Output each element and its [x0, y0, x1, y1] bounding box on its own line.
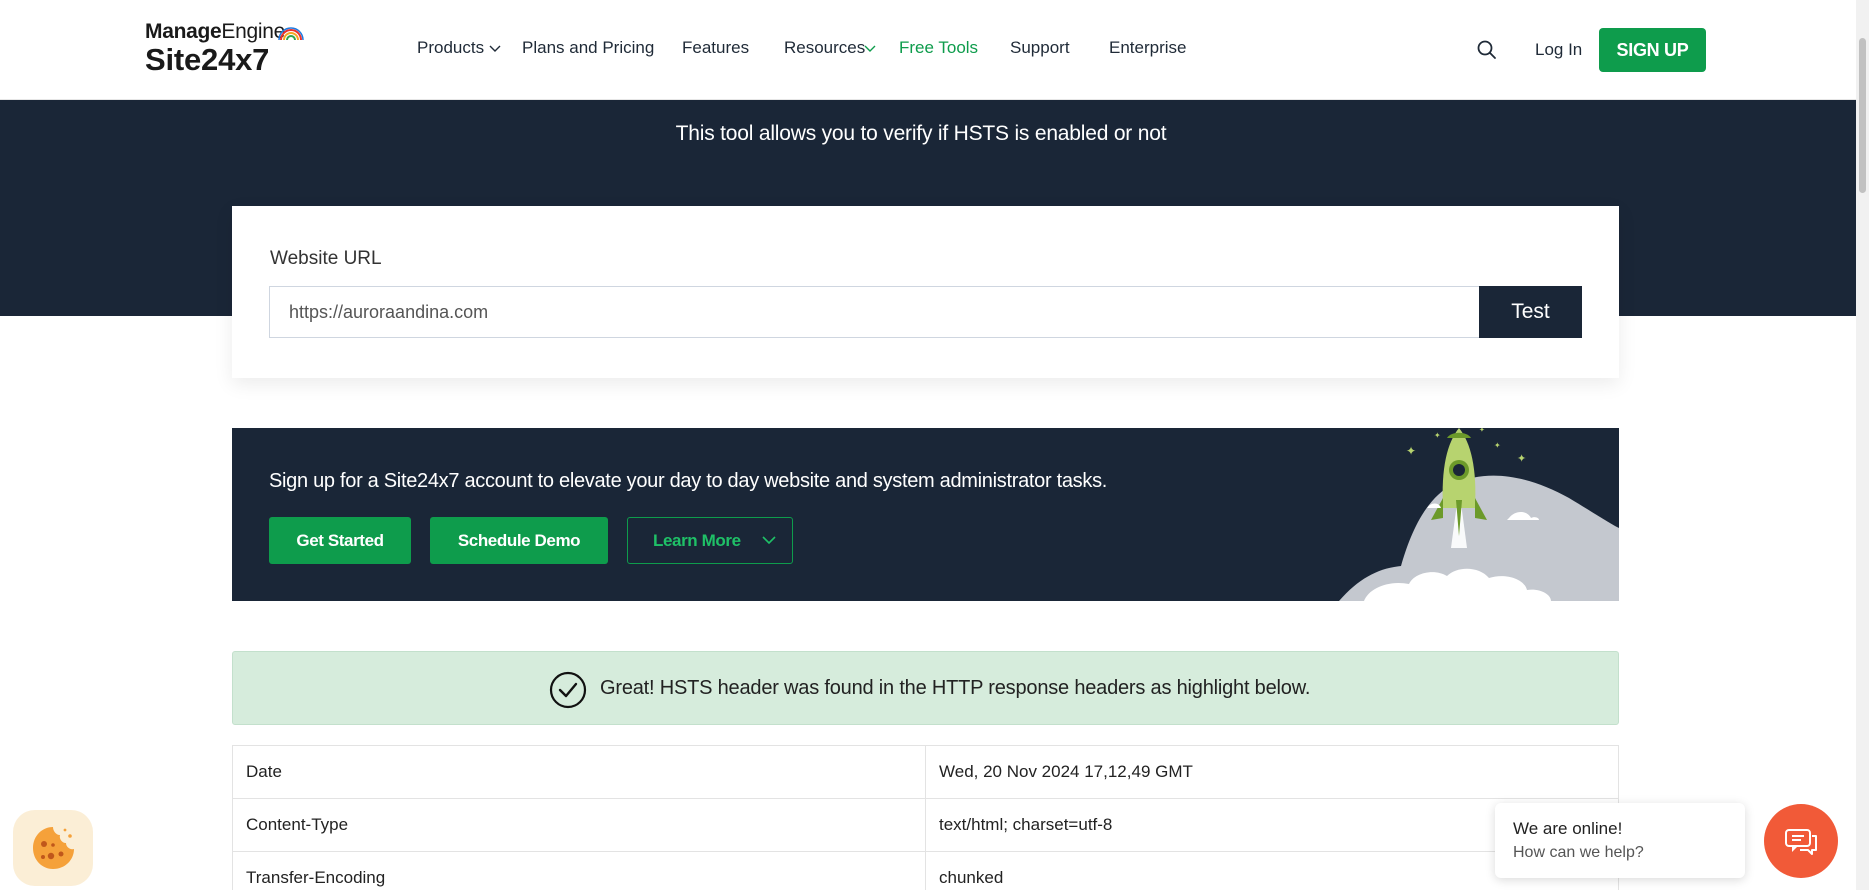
nav-enterprise[interactable]: Enterprise: [1109, 38, 1186, 58]
chat-title: We are online!: [1513, 819, 1623, 838]
nav-products[interactable]: Products: [417, 38, 484, 58]
signup-banner: Sign up for a Site24x7 account to elevat…: [232, 428, 1619, 601]
test-button[interactable]: Test: [1479, 286, 1582, 338]
svg-text:✦: ✦: [1517, 452, 1526, 465]
chevron-down-icon: [762, 536, 776, 545]
cookie-icon: [33, 827, 74, 869]
svg-text:✦: ✦: [1434, 431, 1441, 440]
url-form-card: Website URL Test: [232, 206, 1619, 378]
svg-text:✦: ✦: [1406, 444, 1416, 458]
website-url-label: Website URL: [270, 248, 382, 269]
get-started-button[interactable]: Get Started: [269, 517, 411, 564]
svg-text:✦: ✦: [1479, 428, 1485, 434]
table-row: Transfer-Encoding chunked: [232, 851, 1619, 890]
site-header: ManageEngine Site24x7 Products Plans and…: [0, 0, 1856, 100]
chat-subtitle: How can we help?: [1513, 844, 1644, 861]
svg-text:✦: ✦: [1494, 441, 1501, 450]
hsts-result-banner: Great! HSTS header was found in the HTTP…: [232, 651, 1619, 725]
chat-prompt[interactable]: We are online! How can we help?: [1495, 803, 1745, 878]
check-circle-icon: [549, 671, 587, 709]
cookie-settings-button[interactable]: [13, 810, 93, 886]
chat-button[interactable]: [1764, 804, 1838, 878]
nav-support[interactable]: Support: [1010, 38, 1070, 58]
nav-resources[interactable]: Resources: [784, 38, 865, 58]
banner-text: Sign up for a Site24x7 account to elevat…: [269, 470, 1108, 492]
page-scrollbar[interactable]: [1856, 0, 1869, 890]
nav-free-tools[interactable]: Free Tools: [899, 38, 978, 58]
login-link[interactable]: Log In: [1535, 40, 1582, 60]
chevron-down-icon: [864, 45, 876, 52]
signup-button[interactable]: SIGN UP: [1599, 28, 1706, 72]
header-name: Date: [232, 745, 926, 799]
header-name: Transfer-Encoding: [232, 851, 926, 890]
chevron-down-icon: [489, 45, 501, 52]
website-url-input[interactable]: [269, 286, 1479, 338]
result-message: Great! HSTS header was found in the HTTP…: [600, 677, 1311, 699]
rocket-illustration: ✦ ✦ ✦ ✦ ✦: [1339, 428, 1619, 601]
nav-plans-and-pricing[interactable]: Plans and Pricing: [522, 38, 654, 58]
response-headers-table: Date Wed, 20 Nov 2024 17,12,49 GMT Conte…: [232, 745, 1619, 890]
search-icon[interactable]: [1477, 40, 1497, 60]
table-row: Date Wed, 20 Nov 2024 17,12,49 GMT: [232, 745, 1619, 799]
tool-description: This tool allows you to verify if HSTS i…: [675, 122, 1167, 145]
table-row: Content-Type text/html; charset=utf-8: [232, 798, 1619, 852]
nav-features[interactable]: Features: [682, 38, 749, 58]
learn-more-label: Learn More: [653, 530, 741, 550]
schedule-demo-button[interactable]: Schedule Demo: [430, 517, 608, 564]
chat-icon: [1785, 829, 1817, 855]
header-value: Wed, 20 Nov 2024 17,12,49 GMT: [925, 745, 1619, 799]
header-name: Content-Type: [232, 798, 926, 852]
learn-more-button[interactable]: Learn More: [627, 517, 793, 564]
scrollbar-thumb[interactable]: [1859, 38, 1866, 193]
